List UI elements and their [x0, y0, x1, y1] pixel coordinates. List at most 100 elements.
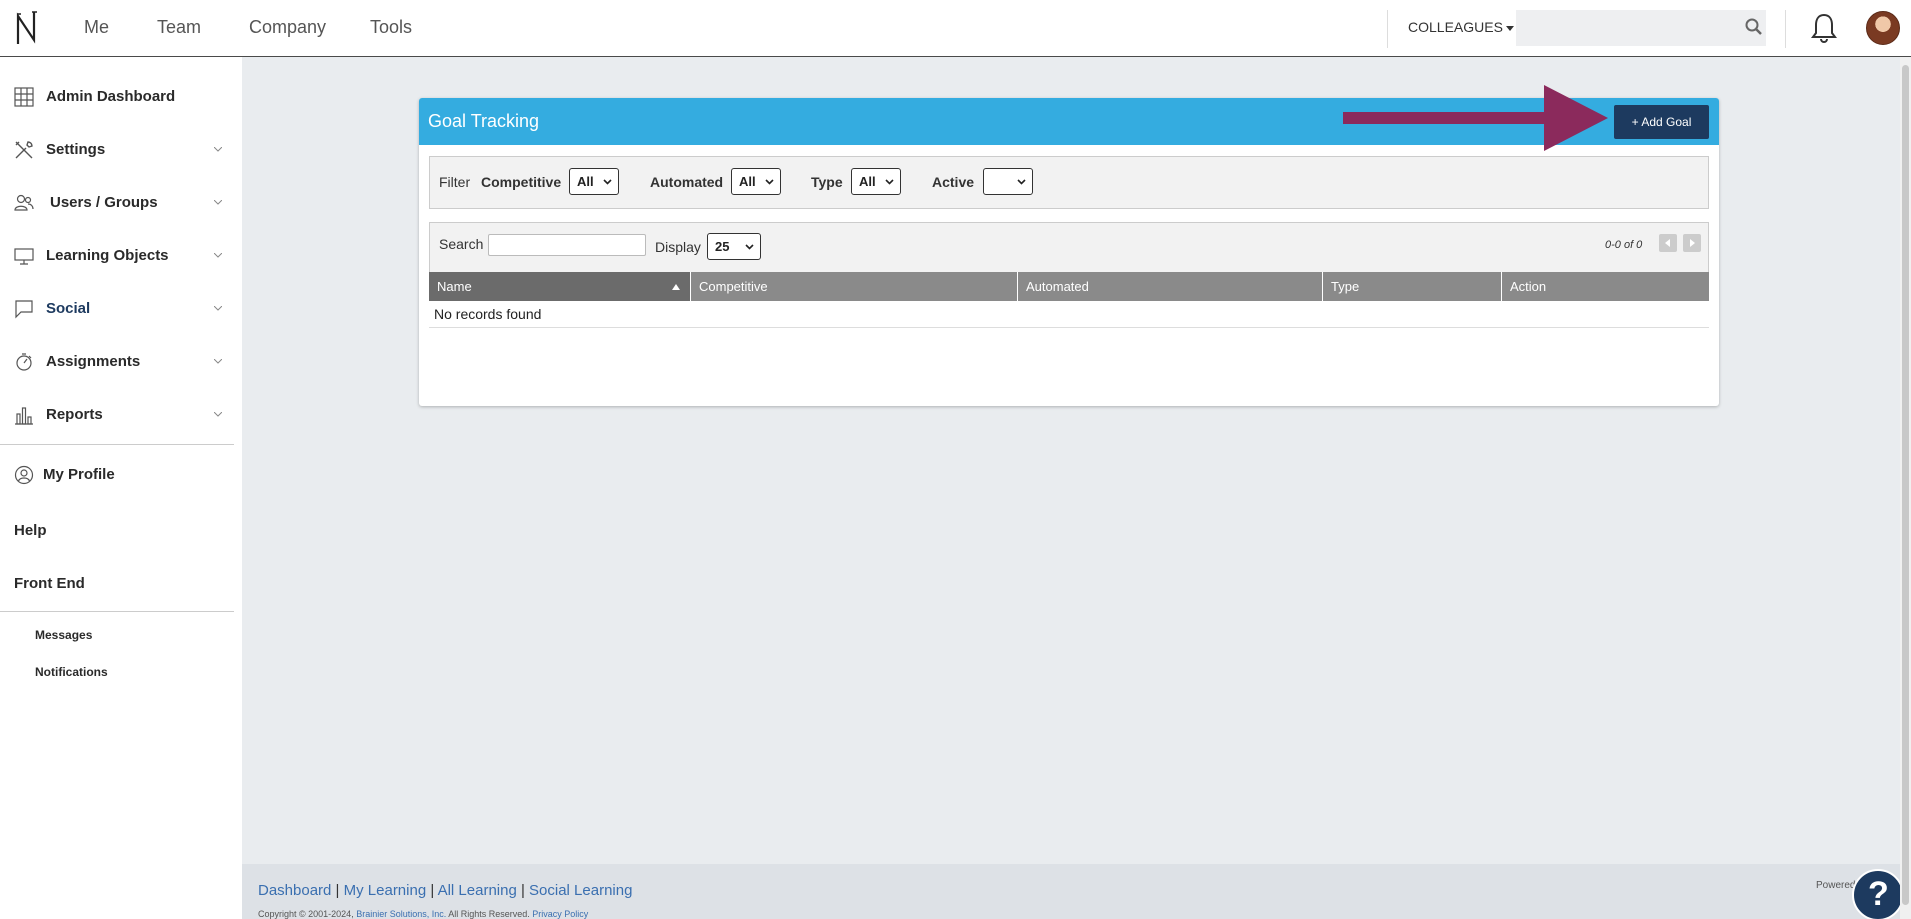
nav-company[interactable]: Company [249, 17, 326, 38]
footer-separator: | [426, 882, 438, 899]
page-title: Goal Tracking [428, 111, 540, 131]
sidebar-item-label: My Profile [43, 466, 115, 483]
copyright-text: Copyright © 2001-2024, [258, 909, 357, 919]
sidebar-item-reports[interactable]: Reports [0, 395, 234, 435]
monitor-icon [14, 248, 34, 265]
company-link[interactable]: Brainier Solutions, Inc. [356, 909, 446, 919]
footer-links: Dashboard | My Learning | All Learning |… [258, 882, 632, 899]
users-icon [14, 194, 34, 211]
display-count-value: 25 [715, 239, 730, 254]
table-header: Name Competitive Automated Type Action [429, 272, 1709, 301]
sidebar-item-users-groups[interactable]: Users / Groups [0, 183, 234, 223]
user-circle-icon [14, 465, 34, 485]
display-count-select[interactable]: 25 [707, 233, 761, 260]
powered-by-text: Powered [1816, 880, 1856, 891]
sidebar-item-learning-objects[interactable]: Learning Objects [0, 236, 234, 276]
chevron-down-icon [214, 253, 222, 258]
sidebar-item-assignments[interactable]: Assignments [0, 342, 234, 382]
bell-icon[interactable] [1810, 12, 1838, 44]
arrow-right-icon [1690, 239, 1695, 247]
help-button[interactable]: ? [1852, 869, 1904, 919]
column-header-label: Type [1331, 279, 1360, 294]
automated-value: All [739, 174, 756, 189]
type-value: All [859, 174, 876, 189]
search-icon[interactable] [1745, 18, 1763, 36]
sidebar: Admin Dashboard Settings Users / Groups … [0, 57, 242, 919]
type-label: Type [811, 174, 843, 190]
stopwatch-icon [16, 353, 32, 371]
sidebar-item-social[interactable]: Social [0, 289, 234, 329]
sidebar-item-front-end[interactable]: Front End [14, 575, 85, 592]
global-search-input[interactable] [1516, 10, 1766, 46]
brand-logo[interactable] [14, 10, 40, 46]
chevron-down-icon [214, 147, 222, 152]
footer-link-dashboard[interactable]: Dashboard [258, 882, 331, 899]
footer: Dashboard | My Learning | All Learning |… [242, 864, 1911, 919]
sidebar-item-label: Social [46, 300, 91, 317]
chevron-down-icon [765, 179, 774, 185]
divider [1785, 10, 1786, 48]
active-label: Active [932, 174, 975, 190]
sidebar-item-notifications[interactable]: Notifications [35, 665, 108, 679]
filter-bar: Filter Competitive All Automated All Typ… [429, 156, 1709, 209]
pager-count: 0-0 of 0 [1605, 239, 1643, 251]
filter-label: Filter [439, 174, 471, 190]
automated-select[interactable]: All [731, 168, 781, 195]
column-header-label: Action [1510, 279, 1547, 294]
scrollbar-thumb[interactable] [1902, 65, 1909, 905]
column-header-competitive[interactable]: Competitive [691, 272, 1018, 301]
column-header-automated[interactable]: Automated [1018, 272, 1323, 301]
chevron-down-icon [214, 359, 222, 364]
footer-link-my-learning[interactable]: My Learning [344, 882, 427, 899]
nav-team[interactable]: Team [157, 17, 201, 38]
column-header-name[interactable]: Name [429, 272, 691, 301]
automated-label: Automated [650, 174, 724, 190]
question-icon: ? [1868, 875, 1889, 913]
caret-down-icon [1505, 25, 1514, 31]
sidebar-item-label: Users / Groups [50, 194, 158, 211]
chat-icon [15, 300, 33, 319]
avatar[interactable] [1866, 11, 1900, 45]
competitive-label: Competitive [481, 174, 562, 190]
scrollbar[interactable] [1900, 57, 1911, 919]
sidebar-item-label: Assignments [46, 353, 141, 370]
copyright: Copyright © 2001-2024, Brainier Solution… [258, 909, 588, 919]
search-input[interactable] [488, 234, 646, 256]
footer-link-social-learning[interactable]: Social Learning [529, 882, 632, 899]
type-select[interactable]: All [851, 168, 901, 195]
annotation-arrow-icon [1343, 85, 1608, 151]
footer-separator: | [331, 882, 344, 899]
column-header-label: Competitive [699, 279, 768, 294]
sidebar-item-settings[interactable]: Settings [0, 130, 234, 170]
nav-tools[interactable]: Tools [370, 17, 412, 38]
active-select[interactable] [983, 168, 1033, 195]
chevron-down-icon [885, 179, 894, 185]
list-toolbar: Search Display 25 0-0 of 0 [429, 222, 1709, 272]
chevron-down-icon [214, 306, 222, 311]
sidebar-item-admin-dashboard[interactable]: Admin Dashboard [0, 77, 234, 117]
next-page-button[interactable] [1683, 234, 1701, 252]
sidebar-item-label: Learning Objects [46, 247, 169, 264]
sort-ascending-icon [672, 284, 680, 290]
column-header-label: Automated [1026, 279, 1089, 294]
colleagues-dropdown[interactable]: COLLEAGUES [1408, 19, 1514, 35]
tools-icon [15, 141, 33, 159]
footer-link-all-learning[interactable]: All Learning [438, 882, 517, 899]
grid-icon [14, 87, 34, 107]
column-header-label: Name [437, 279, 472, 294]
privacy-policy-link[interactable]: Privacy Policy [532, 909, 588, 919]
column-header-type[interactable]: Type [1323, 272, 1502, 301]
search-label: Search [439, 236, 484, 252]
nav-me[interactable]: Me [84, 17, 109, 38]
rights-text: All Rights Reserved. [446, 909, 533, 919]
sidebar-item-my-profile[interactable]: My Profile [0, 455, 234, 495]
add-goal-button[interactable]: + Add Goal [1614, 105, 1709, 139]
bar-chart-icon [15, 407, 33, 425]
sidebar-item-help[interactable]: Help [14, 522, 47, 539]
sidebar-item-messages[interactable]: Messages [35, 628, 92, 642]
prev-page-button[interactable] [1659, 234, 1677, 252]
divider [1387, 10, 1388, 48]
sidebar-item-label: Admin Dashboard [46, 88, 176, 105]
competitive-select[interactable]: All [569, 168, 619, 195]
competitive-value: All [577, 174, 594, 189]
